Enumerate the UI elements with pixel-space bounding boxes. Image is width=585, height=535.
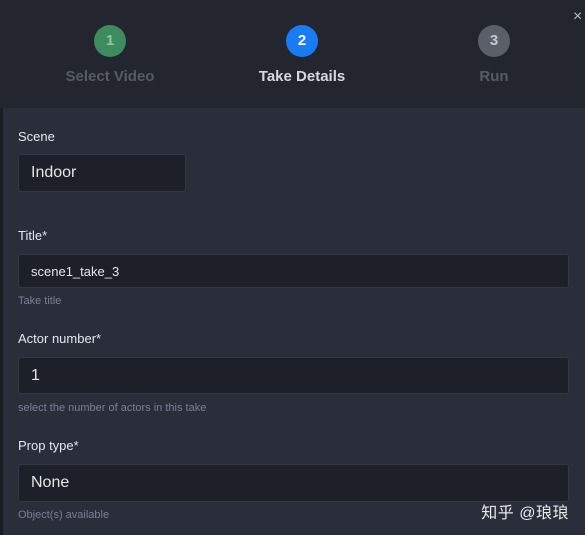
scene-value: Indoor xyxy=(31,164,77,181)
step-2-circle: 2 xyxy=(286,25,318,57)
step-3-circle: 3 xyxy=(478,25,510,57)
title-helper-text: Take title xyxy=(18,295,62,307)
step-1-circle: 1 xyxy=(94,25,126,57)
actor-number-label: Actor number* xyxy=(18,331,102,346)
actor-number-helper-text: select the number of actors in this take xyxy=(18,402,207,414)
scene-label: Scene xyxy=(18,129,55,144)
prop-type-select[interactable]: None xyxy=(18,464,569,502)
take-wizard-dialog: 1 Select Video 2 Take Details 3 Run × Sc… xyxy=(0,0,585,535)
prop-type-helper-text: Object(s) available xyxy=(18,509,110,521)
title-label: Title* xyxy=(18,228,48,243)
step-2-label: Take Details xyxy=(258,68,346,85)
actor-number-value: 1 xyxy=(31,366,40,384)
watermark: 知乎 @琅琅 xyxy=(481,505,569,522)
prop-type-value: None xyxy=(31,474,70,491)
step-1-label: Select Video xyxy=(65,68,155,85)
prop-type-label: Prop type* xyxy=(18,438,79,453)
step-3-label: Run xyxy=(479,68,509,85)
actor-number-input[interactable]: 1 xyxy=(18,357,569,394)
title-value: scene1_take_3 xyxy=(31,263,120,279)
close-icon[interactable]: × xyxy=(573,9,585,25)
title-input[interactable]: scene1_take_3 xyxy=(18,254,569,288)
wizard-stepper: 1 Select Video 2 Take Details 3 Run × xyxy=(0,0,585,108)
scene-select[interactable]: Indoor xyxy=(18,154,186,192)
